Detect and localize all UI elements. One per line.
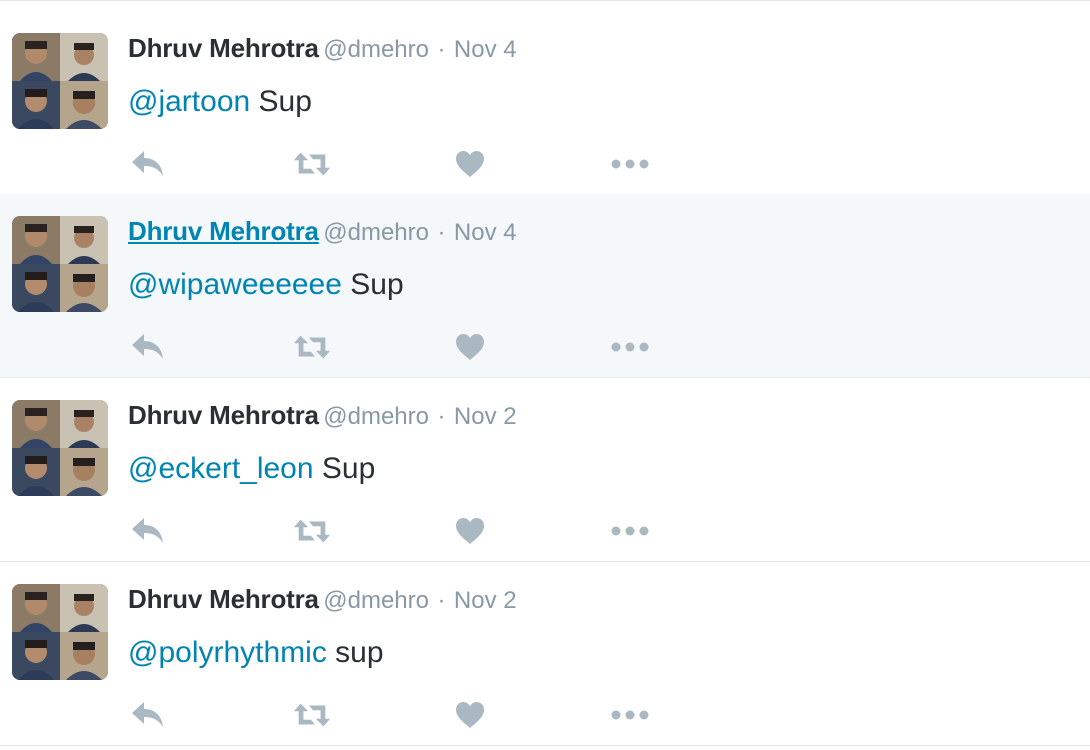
reply-icon (132, 334, 163, 359)
more-icon (611, 342, 649, 352)
tweet-actions (128, 147, 668, 181)
fullname-link[interactable]: Dhruv Mehrotra (128, 33, 319, 63)
like-button[interactable] (450, 514, 490, 548)
tweet-body: Sup (313, 452, 376, 485)
tweet-header: Dhruv Mehrotra @dmehro · Nov 4 (128, 35, 517, 62)
tweet-text: @eckert_leon Sup (128, 452, 375, 485)
retweet-button[interactable] (292, 147, 332, 181)
reply-button[interactable] (128, 514, 168, 548)
like-icon (456, 518, 484, 544)
username: @dmehro (323, 36, 429, 63)
reply-icon (132, 702, 163, 727)
fullname-link[interactable]: Dhruv Mehrotra (128, 400, 319, 430)
username: @dmehro (323, 219, 429, 246)
tweet-header: Dhruv Mehrotra @dmehro · Nov 2 (128, 586, 517, 613)
tweet-body: Sup (250, 85, 312, 118)
retweet-icon (293, 335, 331, 359)
retweet-button[interactable] (292, 698, 332, 732)
reply-button[interactable] (128, 330, 168, 364)
tweet[interactable]: Dhruv Mehrotra @dmehro · Nov 4 @jartoon … (0, 11, 1090, 195)
tweet-body: Sup (341, 268, 404, 301)
timestamp-link[interactable]: Nov 4 (454, 36, 517, 63)
mention-link[interactable]: @polyrhythmic (128, 636, 327, 669)
mention-link[interactable]: @jartoon (128, 85, 250, 118)
like-button[interactable] (450, 147, 490, 181)
fullname-link[interactable]: Dhruv Mehrotra (128, 584, 319, 614)
avatar[interactable] (12, 400, 108, 496)
like-icon (456, 702, 484, 728)
timestamp-link[interactable]: Nov 2 (454, 403, 517, 430)
tweet-actions (128, 514, 668, 548)
reply-icon (132, 518, 163, 543)
separator: · (437, 403, 446, 430)
more-button[interactable] (610, 330, 650, 364)
more-icon (611, 710, 649, 720)
timeline: Dhruv Mehrotra @dmehro · Nov 4 @jartoon … (0, 0, 1090, 750)
more-icon (611, 526, 649, 536)
like-button[interactable] (450, 330, 490, 364)
tweet-header: Dhruv Mehrotra @dmehro · Nov 2 (128, 402, 517, 429)
more-button[interactable] (610, 698, 650, 732)
mention-link[interactable]: @wipaweeeeee (128, 268, 342, 301)
like-icon (456, 334, 484, 360)
fullname-link[interactable]: Dhruv Mehrotra (128, 216, 319, 246)
reply-button[interactable] (128, 698, 168, 732)
more-button[interactable] (610, 147, 650, 181)
retweet-icon (293, 519, 331, 543)
tweet[interactable]: Dhruv Mehrotra @dmehro · Nov 4 @wipaweee… (0, 194, 1090, 378)
username: @dmehro (323, 403, 429, 430)
avatar[interactable] (12, 584, 108, 680)
retweet-button[interactable] (292, 330, 332, 364)
separator: · (437, 587, 446, 614)
timestamp-link[interactable]: Nov 2 (454, 587, 517, 614)
more-button[interactable] (610, 514, 650, 548)
tweet-text: @jartoon Sup (128, 85, 312, 118)
timestamp-link[interactable]: Nov 4 (454, 219, 517, 246)
separator: · (437, 219, 446, 246)
avatar[interactable] (12, 33, 108, 129)
tweet[interactable]: Dhruv Mehrotra @dmehro · Nov 2 @eckert_l… (0, 378, 1090, 562)
retweet-icon (293, 703, 331, 727)
tweet-actions (128, 698, 668, 732)
reply-icon (132, 151, 163, 176)
mention-link[interactable]: @eckert_leon (128, 452, 314, 485)
reply-button[interactable] (128, 147, 168, 181)
avatar[interactable] (12, 216, 108, 312)
tweet-body: sup (326, 636, 384, 669)
retweet-icon (293, 152, 331, 176)
separator: · (437, 36, 446, 63)
tweet-text: @wipaweeeeee Sup (128, 268, 404, 301)
like-icon (456, 151, 484, 177)
tweet[interactable]: Dhruv Mehrotra @dmehro · Nov 2 @polyrhyt… (0, 562, 1090, 746)
username: @dmehro (323, 587, 429, 614)
tweet-actions (128, 330, 668, 364)
tweet-text: @polyrhythmic sup (128, 636, 384, 669)
tweet-header: Dhruv Mehrotra @dmehro · Nov 4 (128, 218, 517, 245)
more-icon (611, 159, 649, 169)
retweet-button[interactable] (292, 514, 332, 548)
like-button[interactable] (450, 698, 490, 732)
